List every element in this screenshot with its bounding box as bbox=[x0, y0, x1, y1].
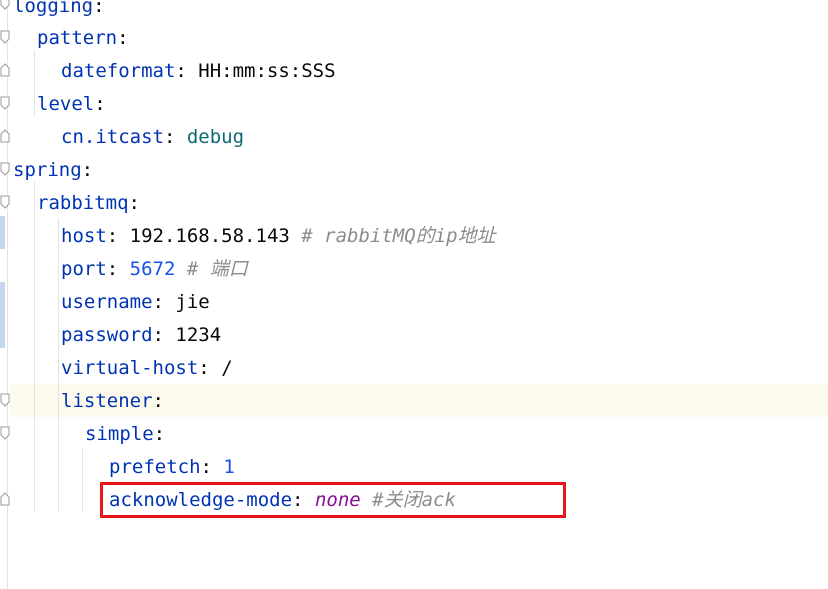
yaml-key: dateformat bbox=[61, 60, 176, 82]
yaml-value: 1234 bbox=[175, 324, 222, 346]
yaml-value: 192.168.58.143 bbox=[129, 225, 290, 247]
yaml-value: 1 bbox=[223, 456, 235, 478]
colon: : bbox=[152, 291, 164, 313]
code-line[interactable]: host: 192.168.58.143 # rabbitMQ的ip地址 bbox=[61, 220, 496, 253]
code-line[interactable]: virtual-host: / bbox=[61, 352, 233, 385]
colon: : bbox=[175, 60, 187, 82]
fold-end-icon[interactable] bbox=[0, 492, 10, 506]
colon: : bbox=[198, 357, 210, 379]
yaml-comment: # 端口 bbox=[186, 258, 248, 280]
yaml-key: listener bbox=[61, 390, 153, 412]
fold-collapse-icon[interactable] bbox=[0, 30, 10, 44]
code-line[interactable]: password: 1234 bbox=[61, 319, 221, 352]
fold-collapse-icon[interactable] bbox=[0, 195, 10, 209]
code-line[interactable]: port: 5672 # 端口 bbox=[61, 253, 248, 286]
colon: : bbox=[93, 0, 105, 17]
yaml-value: 5672 bbox=[129, 258, 176, 280]
editor-gutter bbox=[0, 0, 10, 589]
yaml-key: pattern bbox=[37, 27, 118, 49]
colon: : bbox=[152, 324, 164, 346]
colon: : bbox=[106, 258, 119, 280]
yaml-key: simple bbox=[85, 423, 154, 445]
indent-guide bbox=[82, 448, 83, 512]
yaml-key: username bbox=[61, 291, 153, 313]
yaml-key: prefetch bbox=[109, 456, 201, 478]
yaml-value: HH:mm:ss:SSS bbox=[198, 60, 336, 82]
change-marker bbox=[0, 216, 5, 249]
yaml-value: / bbox=[221, 357, 233, 379]
code-line[interactable]: spring: bbox=[13, 154, 93, 187]
code-line[interactable]: cn.itcast: debug bbox=[61, 121, 244, 154]
yaml-comment: # rabbitMQ的ip地址 bbox=[301, 225, 496, 247]
colon: : bbox=[106, 225, 119, 247]
yaml-key: spring bbox=[13, 159, 82, 181]
code-line[interactable]: prefetch: 1 bbox=[109, 451, 235, 484]
colon: : bbox=[117, 27, 129, 49]
indent-guide bbox=[58, 218, 59, 512]
fold-end-icon[interactable] bbox=[0, 63, 10, 77]
yaml-key: logging bbox=[13, 0, 94, 17]
code-line[interactable]: level: bbox=[37, 88, 106, 121]
colon: : bbox=[152, 390, 164, 412]
yaml-key: level bbox=[37, 93, 95, 115]
colon: : bbox=[200, 456, 212, 478]
yaml-key: virtual-host bbox=[61, 357, 199, 379]
colon: : bbox=[153, 423, 166, 445]
colon: : bbox=[81, 159, 94, 181]
yaml-key: password bbox=[61, 324, 153, 346]
indent-guide bbox=[34, 182, 35, 512]
code-line[interactable]: simple: bbox=[85, 418, 165, 451]
yaml-value: debug bbox=[186, 126, 245, 148]
yaml-key: cn.itcast bbox=[61, 126, 164, 148]
yaml-editor[interactable]: logging: pattern: dateformat: HH:mm:ss:S… bbox=[0, 0, 828, 589]
fold-end-icon[interactable] bbox=[0, 0, 10, 10]
colon: : bbox=[163, 126, 176, 148]
colon: : bbox=[94, 93, 106, 115]
code-line[interactable]: listener: bbox=[61, 385, 164, 418]
fold-end-icon[interactable] bbox=[0, 129, 10, 143]
yaml-value: jie bbox=[175, 291, 210, 313]
yaml-key: rabbitmq bbox=[37, 192, 129, 214]
indent-guide bbox=[34, 50, 35, 116]
yaml-key: host bbox=[61, 225, 107, 247]
yaml-key: port bbox=[61, 258, 107, 280]
fold-collapse-icon[interactable] bbox=[0, 162, 10, 176]
code-line[interactable]: dateformat: HH:mm:ss:SSS bbox=[61, 55, 336, 88]
fold-collapse-icon[interactable] bbox=[0, 96, 10, 110]
fold-collapse-icon[interactable] bbox=[0, 426, 10, 440]
annotation-highlight-box bbox=[100, 482, 566, 518]
code-line[interactable]: logging: bbox=[13, 0, 105, 23]
code-line[interactable]: username: jie bbox=[61, 286, 210, 319]
fold-collapse-icon[interactable] bbox=[0, 393, 10, 407]
code-line[interactable]: rabbitmq: bbox=[37, 187, 140, 220]
code-line[interactable]: pattern: bbox=[37, 22, 129, 55]
change-marker bbox=[0, 282, 5, 348]
colon: : bbox=[128, 192, 140, 214]
